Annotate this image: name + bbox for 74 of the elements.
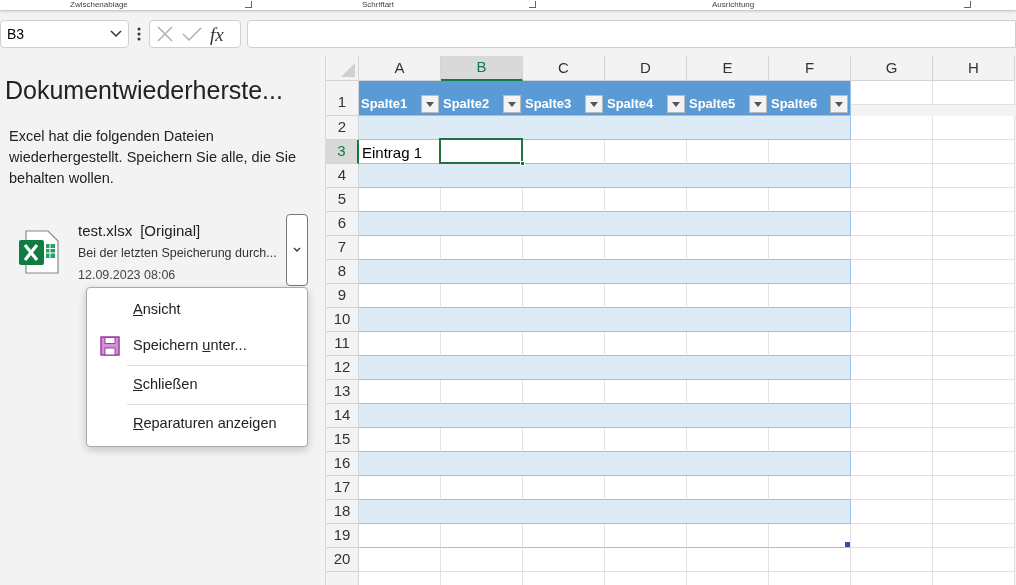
column-header[interactable]: H (933, 56, 1015, 81)
row-header[interactable]: 14 (326, 404, 359, 428)
column-header[interactable]: D (605, 56, 687, 81)
row-header[interactable]: 2 (326, 116, 359, 140)
table-cell: Eintrag 1 (359, 140, 441, 164)
column-header[interactable]: A (359, 56, 441, 81)
caret-icon (508, 101, 516, 107)
row-header[interactable]: 10 (326, 308, 359, 332)
pane-message: Excel hat die folgenden Dateien wiederhergestellt. Speichern Sie alle, die Sie behalten wollen. (9, 127, 297, 188)
table-header: Spalte6 (771, 94, 818, 113)
table-header: Spalte2 (443, 94, 490, 113)
column-header[interactable]: C (523, 56, 605, 81)
more-icon[interactable] (137, 27, 141, 41)
file-tag: [Original] (140, 220, 201, 243)
check-icon[interactable] (182, 26, 202, 42)
resize-handle-icon[interactable] (845, 542, 850, 547)
dropdown-button[interactable] (286, 214, 308, 286)
caret-icon (426, 101, 434, 107)
column-header[interactable]: B (441, 56, 523, 81)
row-header[interactable]: 20 (326, 548, 359, 572)
formula-input[interactable] (247, 20, 1016, 48)
caret-icon (672, 101, 680, 107)
column-header[interactable]: G (851, 56, 933, 81)
group-label: Zwischenablage (70, 0, 128, 9)
file-name: test.xlsx (78, 221, 133, 241)
file-description: Bei der letzten Speicherung durch... (78, 245, 277, 262)
caret-icon (754, 101, 762, 107)
row-header[interactable]: 8 (326, 260, 359, 284)
group-label: Ausrichtung (712, 0, 755, 9)
table-header: Spalte3 (525, 94, 572, 113)
triangle-icon (341, 63, 355, 77)
row-header[interactable]: 12 (326, 356, 359, 380)
menu-item[interactable]: Schließen (133, 374, 198, 396)
filter-button[interactable] (667, 95, 685, 113)
row-header[interactable]: 13 (326, 380, 359, 404)
row-header[interactable]: 15 (326, 428, 359, 452)
row-header[interactable]: 5 (326, 188, 359, 212)
column-header[interactable]: E (687, 56, 769, 81)
filter-button[interactable] (503, 95, 521, 113)
filter-button[interactable] (830, 95, 848, 113)
table-header: Spalte5 (689, 94, 736, 113)
file-date: 12.09.2023 08:06 (78, 267, 176, 284)
spreadsheet-file-icon (18, 230, 60, 274)
row-header[interactable]: 6 (326, 212, 359, 236)
filter-button[interactable] (585, 95, 603, 113)
row-header[interactable]: 3 (326, 140, 359, 164)
filter-button[interactable] (421, 95, 439, 113)
row-header[interactable]: 18 (326, 500, 359, 524)
table-header: Spalte4 (607, 94, 654, 113)
menu-item[interactable]: Ansicht (133, 299, 181, 321)
caret-icon (590, 101, 598, 107)
row-header[interactable]: 9 (326, 284, 359, 308)
function-button[interactable]: fx (210, 24, 224, 44)
table-header: Spalte1 (361, 94, 408, 113)
row-header[interactable]: 1 (326, 81, 359, 116)
pane-title: Dokumentwiederherste... (5, 75, 283, 106)
chevron-icon (293, 247, 301, 253)
row-header[interactable]: 4 (326, 164, 359, 188)
group-label: Schriftart (362, 0, 394, 9)
menu-item[interactable]: Reparaturen anzeigen (133, 413, 277, 435)
row-header[interactable]: 17 (326, 476, 359, 500)
row-header[interactable]: 11 (326, 332, 359, 356)
row-header[interactable]: 19 (326, 524, 359, 548)
row-header[interactable]: 7 (326, 236, 359, 260)
caret-icon (835, 101, 843, 107)
dialog-launcher-icon[interactable] (245, 1, 252, 8)
column-header[interactable]: F (769, 56, 851, 81)
dialog-launcher-icon[interactable] (529, 1, 536, 8)
filter-button[interactable] (749, 95, 767, 113)
dialog-launcher-icon[interactable] (964, 1, 971, 8)
caret-icon[interactable] (110, 30, 122, 38)
menu-item[interactable]: Speichern unter... (133, 335, 247, 357)
name-box[interactable]: B3 (0, 20, 129, 48)
row-header[interactable]: 16 (326, 452, 359, 476)
